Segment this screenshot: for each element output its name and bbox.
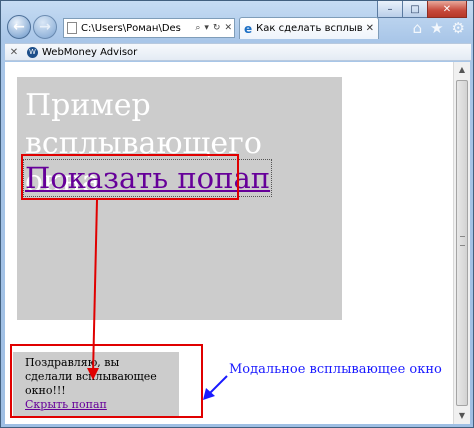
webmoney-icon: W xyxy=(27,46,38,58)
address-text: C:\Users\Роман\Des xyxy=(81,22,181,34)
back-arrow-icon[interactable]: ← xyxy=(7,15,31,39)
scroll-grip-icon xyxy=(460,236,465,246)
blue-arrow-line xyxy=(208,375,228,395)
close-toolbar-icon[interactable]: ✕ xyxy=(5,47,23,58)
vertical-scrollbar[interactable]: ▲ ▼ xyxy=(453,62,470,424)
gear-icon[interactable]: ⚙ xyxy=(452,19,465,37)
home-icon[interactable]: ⌂ xyxy=(413,19,423,37)
scroll-down-icon[interactable]: ▼ xyxy=(454,408,470,424)
scroll-thumb[interactable] xyxy=(456,80,468,406)
red-arrow-line xyxy=(92,199,98,375)
tab-title: Как сделать всплыва... xyxy=(256,23,361,34)
search-icon[interactable]: ⌕ xyxy=(193,23,202,33)
red-arrow-head xyxy=(87,368,99,380)
favorites-bar: ✕ W WebMoney Advisor xyxy=(5,43,471,61)
browser-window: – □ ✕ ← → C:\Users\Роман\Des ⌕ ▾ ↻ ✕ e К… xyxy=(0,0,474,428)
forward-arrow-icon[interactable]: → xyxy=(33,15,57,39)
close-tab-icon[interactable]: ✕ xyxy=(362,23,378,34)
refresh-icon[interactable]: ↻ xyxy=(211,23,223,33)
ie-icon: e xyxy=(244,21,253,36)
address-bar[interactable]: C:\Users\Роман\Des ⌕ ▾ ↻ ✕ xyxy=(63,18,235,38)
stop-icon[interactable]: ✕ xyxy=(222,23,234,33)
star-icon[interactable]: ★ xyxy=(430,19,443,37)
page-viewport: Пример всплывающего окна Показать попап … xyxy=(5,62,453,424)
dropdown-icon[interactable]: ▾ xyxy=(202,23,211,33)
scroll-up-icon[interactable]: ▲ xyxy=(454,62,470,78)
annotation-arrows xyxy=(87,199,228,400)
favorites-item-label[interactable]: WebMoney Advisor xyxy=(42,47,137,58)
navigation-bar: ← → C:\Users\Роман\Des ⌕ ▾ ↻ ✕ e Как сде… xyxy=(5,13,471,43)
toolbar-icons: ⌂ ★ ⚙ xyxy=(413,19,465,37)
tab-active[interactable]: e Как сделать всплыва... ✕ xyxy=(239,17,379,39)
page-icon xyxy=(67,22,77,34)
